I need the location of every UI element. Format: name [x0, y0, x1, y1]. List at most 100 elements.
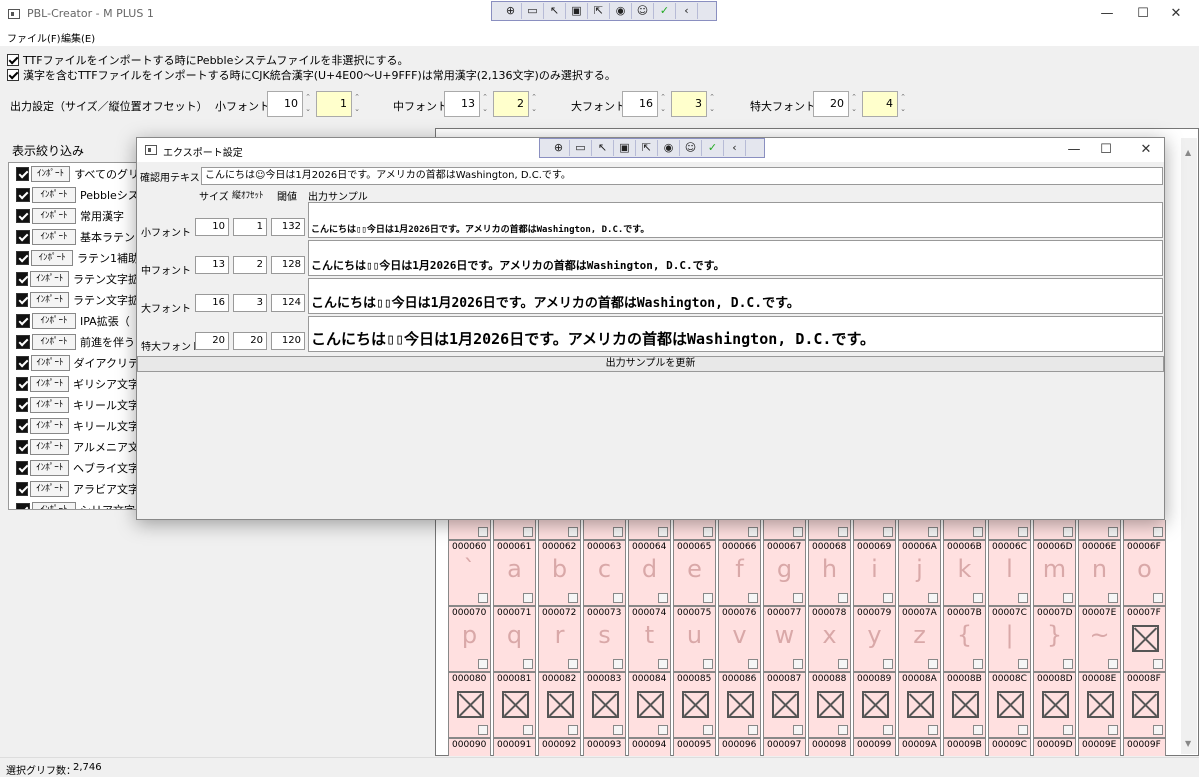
checkbox[interactable]: [16, 502, 30, 509]
glyph-cell[interactable]: 00009F: [1123, 738, 1166, 756]
glyph-select-checkbox[interactable]: [793, 725, 803, 735]
glyph-select-checkbox[interactable]: [1153, 527, 1163, 537]
glyph-cell[interactable]: 000075 u: [673, 606, 716, 672]
glyph-cell[interactable]: 000066 f: [718, 540, 761, 606]
glyph-cell[interactable]: 000071 q: [493, 606, 536, 672]
video-icon[interactable]: ▭: [570, 140, 592, 156]
glyph-cell[interactable]: 000094: [628, 738, 671, 756]
glyph-cell[interactable]: 000073 s: [583, 606, 626, 672]
glyph-select-checkbox[interactable]: [703, 527, 713, 537]
list-item[interactable]: ｲﾝﾎﾟｰﾄ 前進を伴う: [9, 331, 137, 352]
glyph-select-checkbox[interactable]: [748, 593, 758, 603]
glyph-select-checkbox[interactable]: [1108, 527, 1118, 537]
glyph-select-checkbox[interactable]: [568, 593, 578, 603]
glyph-cell[interactable]: 00007D}: [1033, 606, 1076, 672]
dialog-close-button[interactable]: ✕: [1123, 138, 1169, 162]
glyph-select-checkbox[interactable]: [1063, 527, 1073, 537]
glyph-cell[interactable]: 000064 d: [628, 540, 671, 606]
glyph-cell[interactable]: [988, 520, 1031, 540]
glyph-cell[interactable]: [808, 520, 851, 540]
glyph-cell[interactable]: [628, 520, 671, 540]
list-item[interactable]: ｲﾝﾎﾟｰﾄ ラテン文字拡: [9, 289, 137, 310]
glyph-select-checkbox[interactable]: [1018, 659, 1028, 669]
glyph-select-checkbox[interactable]: [523, 659, 533, 669]
frame-icon[interactable]: ▣: [614, 140, 636, 156]
menu-file[interactable]: ファイル(F): [7, 30, 61, 45]
glyph-cell[interactable]: [853, 520, 896, 540]
glyph-select-checkbox[interactable]: [1153, 725, 1163, 735]
glyph-cell[interactable]: 000089: [853, 672, 896, 738]
glyph-select-checkbox[interactable]: [883, 659, 893, 669]
import-button[interactable]: ｲﾝﾎﾟｰﾄ: [30, 438, 70, 455]
glyph-select-checkbox[interactable]: [973, 593, 983, 603]
glyph-select-checkbox[interactable]: [478, 659, 488, 669]
glyph-cell[interactable]: 00008A: [898, 672, 941, 738]
glyph-cell[interactable]: 00007E ~: [1078, 606, 1121, 672]
glyph-cell[interactable]: 000085: [673, 672, 716, 738]
glyph-select-checkbox[interactable]: [1063, 659, 1073, 669]
glyph-cell[interactable]: [583, 520, 626, 540]
glyph-select-checkbox[interactable]: [1018, 527, 1028, 537]
import-button[interactable]: ｲﾝﾎﾟｰﾄ: [32, 333, 76, 350]
glyph-select-checkbox[interactable]: [1018, 725, 1028, 735]
glyph-select-checkbox[interactable]: [478, 527, 488, 537]
glyph-cell[interactable]: [448, 520, 491, 540]
checkbox[interactable]: [7, 54, 19, 66]
glyph-cell[interactable]: 000080: [448, 672, 491, 738]
list-item[interactable]: ｲﾝﾎﾟｰﾄ アルメニア文: [9, 436, 137, 457]
medium-offset-spinner[interactable]: ⌃ ⌄: [529, 91, 539, 117]
glyph-cell[interactable]: 000068 h: [808, 540, 851, 606]
row-small-offset[interactable]: 1: [233, 218, 267, 236]
small-offset-input[interactable]: 1: [316, 91, 352, 117]
list-item[interactable]: ｲﾝﾎﾟｰﾄ 常用漢字: [9, 205, 137, 226]
layout-icon[interactable]: ⇱: [636, 140, 658, 156]
glyph-select-checkbox[interactable]: [703, 593, 713, 603]
glyph-select-checkbox[interactable]: [523, 593, 533, 603]
row-small-size[interactable]: 10: [195, 218, 229, 236]
glyph-cell[interactable]: [943, 520, 986, 540]
glyph-cell[interactable]: 000076 v: [718, 606, 761, 672]
medium-offset-input[interactable]: 2: [493, 91, 529, 117]
glyph-cell[interactable]: [898, 520, 941, 540]
glyph-select-checkbox[interactable]: [478, 725, 488, 735]
glyph-select-checkbox[interactable]: [568, 659, 578, 669]
video-icon[interactable]: ▭: [522, 3, 544, 19]
scroll-down-icon[interactable]: ▼: [1185, 739, 1191, 748]
checkbox[interactable]: [16, 166, 29, 181]
glyph-select-checkbox[interactable]: [1018, 593, 1028, 603]
small-offset-spinner[interactable]: ⌃ ⌄: [352, 91, 362, 117]
import-button[interactable]: ｲﾝﾎﾟｰﾄ: [30, 480, 69, 497]
glyph-select-checkbox[interactable]: [748, 725, 758, 735]
glyph-cell[interactable]: 000084: [628, 672, 671, 738]
glyph-cell[interactable]: 00008C: [988, 672, 1031, 738]
import-button[interactable]: ｲﾝﾎﾟｰﾄ: [32, 207, 76, 224]
glyph-select-checkbox[interactable]: [838, 659, 848, 669]
glyph-select-checkbox[interactable]: [838, 527, 848, 537]
list-item[interactable]: ｲﾝﾎﾟｰﾄ ラテン文字拡: [9, 268, 137, 289]
glyph-select-checkbox[interactable]: [703, 659, 713, 669]
test-text-input[interactable]: こんにちは☺今日は1月2026日です。アメリカの首都はWashington, D…: [201, 167, 1163, 185]
glyph-select-checkbox[interactable]: [658, 725, 668, 735]
import-button[interactable]: ｲﾝﾎﾟｰﾄ: [32, 228, 76, 245]
import-button[interactable]: ｲﾝﾎﾟｰﾄ: [30, 417, 69, 434]
pointer-icon[interactable]: ↖: [544, 3, 566, 19]
list-item[interactable]: ｲﾝﾎﾟｰﾄ ヘブライ文字: [9, 457, 137, 478]
glyph-cell[interactable]: 000072 r: [538, 606, 581, 672]
glyph-cell[interactable]: 00006E n: [1078, 540, 1121, 606]
glyph-select-checkbox[interactable]: [883, 725, 893, 735]
glyph-cell[interactable]: 00008D: [1033, 672, 1076, 738]
glyph-cell[interactable]: 00006A j: [898, 540, 941, 606]
glyph-cell[interactable]: 000070 p: [448, 606, 491, 672]
row-xlarge-size[interactable]: 20: [195, 332, 229, 350]
row-large-offset[interactable]: 3: [233, 294, 267, 312]
collapse-icon[interactable]: ‹: [676, 3, 698, 19]
checkbox[interactable]: [16, 229, 30, 244]
glyph-cell[interactable]: 000095: [673, 738, 716, 756]
glyph-cell[interactable]: 000088: [808, 672, 851, 738]
glyph-cell[interactable]: 00009A: [898, 738, 941, 756]
hot-reload-icon[interactable]: ◉: [610, 3, 632, 19]
list-item[interactable]: ｲﾝﾎﾟｰﾄ ギリシア文字: [9, 373, 137, 394]
glyph-cell[interactable]: 000077 w: [763, 606, 806, 672]
glyph-select-checkbox[interactable]: [793, 593, 803, 603]
row-xlarge-offset[interactable]: 20: [233, 332, 267, 350]
